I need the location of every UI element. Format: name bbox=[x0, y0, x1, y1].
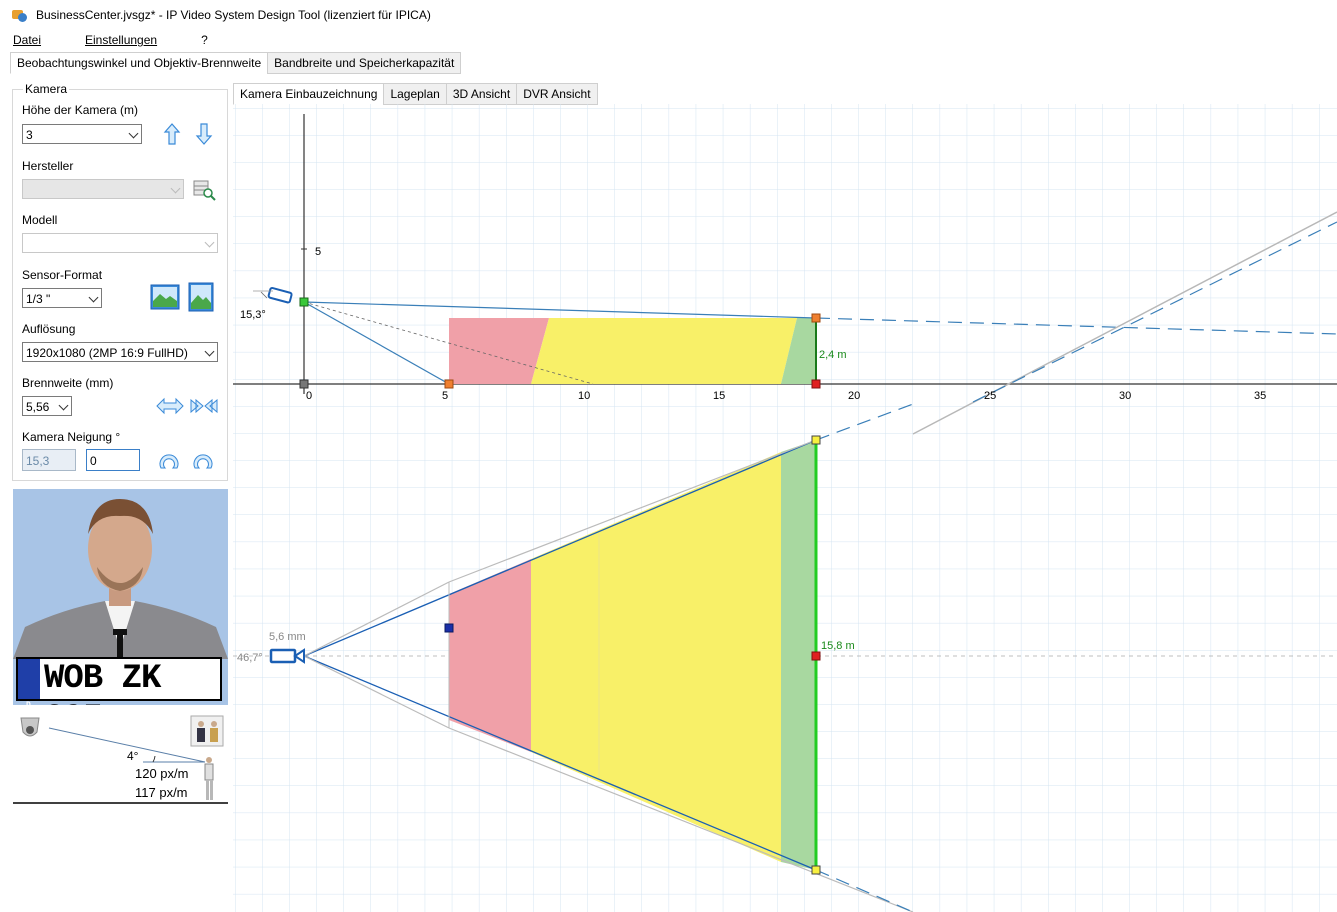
tab-3d-ansicht[interactable]: 3D Ansicht bbox=[445, 83, 518, 105]
x-tick-30: 30 bbox=[1119, 390, 1131, 402]
focal-length-label: Brennweite (mm) bbox=[22, 376, 114, 390]
main-tabs: Beobachtungswinkel und Objektiv-Brennwei… bbox=[10, 52, 462, 74]
x-tick-10: 10 bbox=[578, 390, 590, 402]
arrow-down-icon[interactable] bbox=[192, 122, 216, 146]
narrow-icon[interactable] bbox=[190, 396, 218, 416]
camera-preview: D WOB ZK 295 bbox=[13, 489, 228, 705]
focal-length-select[interactable]: 5,56 bbox=[22, 396, 72, 416]
tilt-label: Kamera Neigung ° bbox=[22, 430, 121, 444]
side-height-readout: 2,4 m bbox=[819, 349, 847, 361]
model-label: Modell bbox=[22, 213, 58, 227]
installation-drawing[interactable]: 5 0 5 10 15 20 25 30 35 15,3° 2,4 m 5,6 … bbox=[233, 104, 1337, 912]
title-bar: BusinessCenter.jvsgz* - IP Video System … bbox=[0, 0, 1337, 30]
x-tick-0: 0 bbox=[306, 390, 312, 402]
x-tick-5: 5 bbox=[442, 390, 448, 402]
portrait-icon[interactable] bbox=[188, 282, 214, 312]
manufacturer-label: Hersteller bbox=[22, 159, 74, 173]
resolution-label: Auflösung bbox=[22, 322, 76, 336]
tilt-readonly-field: 15,3 bbox=[22, 449, 76, 471]
x-tick-15: 15 bbox=[713, 390, 725, 402]
widen-icon[interactable] bbox=[156, 396, 184, 416]
resolution-select[interactable]: 1920x1080 (2MP 16:9 FullHD) bbox=[22, 342, 218, 362]
tab-bandbreite[interactable]: Bandbreite und Speicherkapazität bbox=[267, 52, 462, 74]
pixel-density-primary: 120 px/m bbox=[135, 766, 189, 781]
menu-einstellungen[interactable]: Einstellungen bbox=[85, 33, 179, 47]
window-title: BusinessCenter.jvsgz* - IP Video System … bbox=[36, 8, 431, 22]
menu-bar: Datei Einstellungen ? bbox=[0, 30, 230, 50]
tab-beobachtungswinkel[interactable]: Beobachtungswinkel und Objektiv-Brennwei… bbox=[10, 52, 269, 74]
arrow-up-icon[interactable] bbox=[160, 122, 184, 146]
top-green-zone bbox=[781, 440, 816, 870]
sensor-label: Sensor-Format bbox=[22, 268, 103, 282]
side-tilt-angle: 15,3° bbox=[240, 309, 266, 321]
eu-flag-icon: D bbox=[18, 659, 40, 705]
tab-kamera-einbauzeichnung[interactable]: Kamera Einbauzeichnung bbox=[233, 83, 385, 105]
tab-lageplan[interactable]: Lageplan bbox=[383, 83, 447, 105]
rotate-right-icon[interactable] bbox=[190, 448, 216, 474]
manufacturer-select[interactable] bbox=[22, 179, 184, 199]
menu-help[interactable]: ? bbox=[201, 33, 208, 47]
angle-readout: 4° bbox=[127, 749, 139, 763]
pixel-density-secondary: 117 px/m bbox=[135, 785, 188, 800]
top-width-readout: 15,8 m bbox=[821, 640, 855, 652]
tilt-input[interactable]: 0 bbox=[86, 449, 140, 471]
height-select[interactable]: 3 bbox=[22, 124, 142, 144]
person-illustration bbox=[13, 499, 228, 659]
fov-angle-readout: 46,7° bbox=[237, 652, 263, 664]
x-tick-35: 35 bbox=[1254, 390, 1266, 402]
menu-datei[interactable]: Datei bbox=[13, 33, 63, 47]
pixel-density-diagram: 4° 120 px/m 117 px/m bbox=[13, 710, 228, 806]
side-yellow-zone bbox=[531, 318, 797, 384]
focal-length-readout: 5,6 mm bbox=[269, 631, 306, 643]
landscape-icon[interactable] bbox=[150, 284, 180, 310]
y-tick-5: 5 bbox=[315, 246, 321, 258]
x-tick-25: 25 bbox=[984, 390, 996, 402]
model-select[interactable] bbox=[22, 233, 218, 253]
camera-group-label: Kamera bbox=[23, 82, 70, 96]
x-tick-20: 20 bbox=[848, 390, 860, 402]
tab-dvr-ansicht[interactable]: DVR Ansicht bbox=[516, 83, 598, 105]
license-plate: D WOB ZK 295 bbox=[16, 657, 222, 705]
rotate-left-icon[interactable] bbox=[156, 448, 182, 474]
person-figure-icon bbox=[204, 757, 214, 800]
sensor-select[interactable]: 1/3 " bbox=[22, 288, 102, 308]
people-group-icon[interactable] bbox=[190, 715, 224, 747]
height-label: Höhe der Kamera (m) bbox=[22, 103, 139, 117]
app-icon bbox=[12, 7, 28, 23]
camera-dome-icon bbox=[20, 717, 40, 737]
view-tabs: Kamera Einbauzeichnung Lageplan 3D Ansic… bbox=[233, 83, 598, 105]
database-search-icon[interactable] bbox=[192, 177, 216, 201]
